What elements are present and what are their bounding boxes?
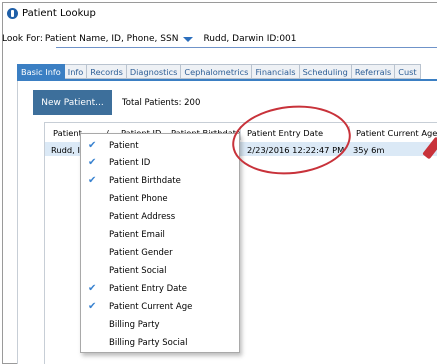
tab-scheduling[interactable]: Scheduling <box>299 64 352 79</box>
tab-cust[interactable]: Cust <box>395 64 421 79</box>
check-icon: ✔ <box>88 283 97 294</box>
tab-info[interactable]: Info <box>64 64 88 79</box>
check-icon: ✔ <box>88 175 97 186</box>
window-title: Patient Lookup <box>22 7 96 19</box>
column-header-patient-current-age[interactable]: Patient Current Age <box>356 128 437 140</box>
tab-cephalometrics[interactable]: Cephalometrics <box>181 64 253 79</box>
menu-item-label: Patient Current Age <box>109 302 193 312</box>
look-for-row: Look For: Patient Name, ID, Phone, SSN R… <box>0 30 437 48</box>
menu-item-billing-party[interactable]: Billing Party <box>81 317 239 334</box>
menu-item-patient-gender[interactable]: Patient Gender <box>81 245 239 262</box>
search-input[interactable]: Rudd, Darwin ID:001 <box>203 34 296 44</box>
look-for-dropdown[interactable]: Patient Name, ID, Phone, SSN <box>45 34 194 44</box>
tab-basic-info[interactable]: Basic Info <box>17 64 65 79</box>
tab-diagnostics[interactable]: Diagnostics <box>126 64 182 79</box>
tab-strip: Basic Info Info Records Diagnostics Ceph… <box>17 64 437 79</box>
cell-patient: Rudd, I <box>51 145 80 155</box>
menu-item-label: Patient ID <box>109 158 151 168</box>
search-input-underline <box>56 47 437 48</box>
menu-item-patient-entry-date[interactable]: ✔ Patient Entry Date <box>81 281 239 298</box>
menu-item-patient-email[interactable]: Patient Email <box>81 227 239 244</box>
look-for-selected: Patient Name, ID, Phone, SSN <box>44 34 179 44</box>
check-icon: ✔ <box>88 301 97 312</box>
check-icon: ✔ <box>88 140 97 151</box>
menu-item-patient-phone[interactable]: Patient Phone <box>81 191 239 208</box>
tab-referrals[interactable]: Referrals <box>351 64 396 79</box>
menu-item-label: Patient Email <box>109 230 165 240</box>
menu-item-label: Billing Party <box>109 320 160 330</box>
menu-item-patient-address[interactable]: Patient Address <box>81 209 239 226</box>
title-bar: Patient Lookup <box>3 3 437 23</box>
look-for-label: Look For: <box>2 34 43 44</box>
menu-item-label: Patient Gender <box>109 248 173 258</box>
menu-item-patient-social[interactable]: Patient Social <box>81 263 239 280</box>
menu-item-patient-id[interactable]: ✔ Patient ID <box>81 155 239 172</box>
menu-item-billing-party-social[interactable]: Billing Party Social <box>81 335 239 352</box>
menu-item-label: Patient <box>109 141 139 151</box>
column-header-patient[interactable]: Patient <box>53 128 82 140</box>
menu-item-patient-birthdate[interactable]: ✔ Patient Birthdate <box>81 173 239 190</box>
menu-item-label: Patient Social <box>109 266 167 276</box>
new-patient-button[interactable]: New Patient... <box>33 90 112 115</box>
app-info-icon <box>7 7 18 19</box>
tab-records[interactable]: Records <box>87 64 127 79</box>
menu-item-label: Billing Party Social <box>109 338 188 348</box>
column-chooser-menu: ✔ Patient ✔ Patient ID ✔ Patient Birthda… <box>80 133 240 353</box>
menu-item-label: Patient Phone <box>109 194 168 204</box>
menu-item-label: Patient Address <box>109 212 176 222</box>
check-icon: ✔ <box>88 157 97 168</box>
menu-item-label: Patient Entry Date <box>109 284 187 294</box>
menu-item-label: Patient Birthdate <box>109 176 181 186</box>
cell-current-age: 35y 6m <box>353 145 385 155</box>
dropdown-arrow-icon[interactable] <box>183 37 194 42</box>
tab-financials[interactable]: Financials <box>252 64 300 79</box>
total-patients-label: Total Patients: 200 <box>122 98 201 108</box>
menu-item-patient-current-age[interactable]: ✔ Patient Current Age <box>81 299 239 316</box>
menu-item-patient[interactable]: ✔ Patient <box>81 138 239 155</box>
